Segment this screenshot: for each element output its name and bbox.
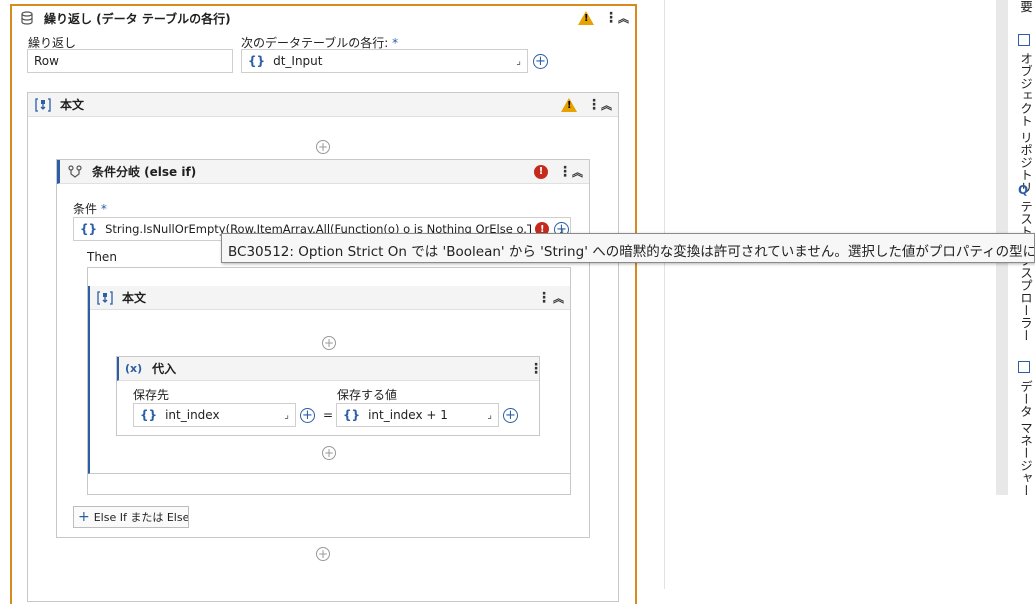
assign-to-label: 保存先	[133, 388, 170, 402]
more-options-icon[interactable]: ⋮	[558, 165, 572, 179]
database-icon	[18, 9, 36, 27]
branch-icon	[66, 163, 84, 181]
required-mark: *	[100, 202, 107, 216]
side-panel: 要 オブジェクト リポジトリ Q テスト エクスプローラー データ マネージャー	[1012, 0, 1035, 589]
side-tab-test-explorer[interactable]: テスト エクスプローラー	[1016, 200, 1035, 341]
expand-editor-icon[interactable]: ⌟	[516, 56, 521, 67]
expression-icon: {}	[248, 54, 266, 68]
inner-sequence-header[interactable]: 本文 ⋮ ︽	[90, 286, 570, 310]
else-if-title: 条件分岐 (else if)	[92, 165, 197, 179]
foreach-row-activity[interactable]: 繰り返し (データ テーブルの各行) ⋮ ︽ 繰り返し Row 次のデータテーブ…	[10, 4, 637, 604]
add-activity-icon[interactable]: +	[322, 336, 336, 350]
expand-editor-icon[interactable]: ⌟	[284, 410, 289, 421]
warning-icon[interactable]	[561, 97, 577, 112]
required-mark: *	[392, 36, 399, 50]
body-sequence-header[interactable]: 本文 ⋮ ︽	[28, 93, 618, 117]
inner-sequence-title: 本文	[122, 291, 147, 305]
assign-activity[interactable]: (x) 代入 ⋮ 保存先 {} int_index ⌟ + = 保存する値 {}…	[116, 356, 543, 436]
error-icon[interactable]: !	[534, 164, 548, 179]
expression-icon: {}	[140, 408, 158, 422]
plus-icon: +	[78, 509, 90, 525]
expand-editor-icon[interactable]: ⌟	[487, 410, 492, 421]
condition-label: 条件 *	[73, 200, 107, 217]
then-label: Then	[87, 250, 117, 264]
datatable-label-text: 次のデータテーブルの各行:	[241, 36, 389, 50]
sequence-icon	[96, 289, 114, 307]
sequence-icon	[34, 96, 52, 114]
side-tab-object-repository[interactable]: オブジェクト リポジトリ	[1016, 52, 1035, 193]
foreach-title: 繰り返し (データ テーブルの各行)	[44, 11, 231, 26]
else-if-activity[interactable]: 条件分岐 (else if) ! ⋮ ︽ 条件 * {} String.IsNu…	[56, 159, 590, 538]
add-activity-icon[interactable]: +	[316, 547, 330, 561]
more-options-icon[interactable]: ⋮	[587, 98, 601, 112]
add-activity-icon[interactable]: +	[322, 446, 336, 460]
assign-value-value: int_index + 1	[368, 408, 448, 422]
collapse-icon[interactable]: ︽	[601, 97, 612, 113]
side-tab-data-manager[interactable]: データ マネージャー	[1016, 380, 1035, 496]
expression-icon: {}	[343, 408, 361, 422]
expression-icon: {}	[80, 222, 98, 236]
object-repository-icon	[1018, 34, 1030, 46]
canvas-divider	[664, 0, 665, 589]
datatable-value: dt_Input	[273, 54, 323, 68]
then-container[interactable]: 本文 ⋮ ︽ + (x) 代入 ⋮ 保存先 {} int_index ⌟ + =…	[87, 267, 571, 495]
assign-to-value: int_index	[165, 408, 220, 422]
assign-icon: (x)	[125, 362, 143, 375]
equals-sign: =	[323, 408, 334, 422]
error-tooltip: BC30512: Option Strict On では 'Boolean' か…	[221, 233, 1035, 263]
more-options-icon[interactable]: ⋮	[537, 291, 551, 305]
else-if-header[interactable]: 条件分岐 (else if) ! ⋮ ︽	[57, 160, 589, 184]
error-tooltip-text: BC30512: Option Strict On では 'Boolean' か…	[228, 244, 1035, 260]
item-name-input[interactable]: Row	[27, 49, 233, 73]
data-manager-icon	[1018, 361, 1030, 373]
add-variable-icon[interactable]: +	[533, 54, 548, 69]
foreach-header[interactable]: 繰り返し (データ テーブルの各行) ⋮ ︽	[12, 6, 635, 30]
add-variable-icon[interactable]: +	[300, 408, 315, 423]
add-variable-icon[interactable]: +	[503, 408, 518, 423]
add-else-if-label: Else If または Else を	[93, 511, 189, 524]
more-options-icon[interactable]: ⋮	[604, 11, 618, 25]
assign-value-label: 保存する値	[337, 388, 398, 402]
test-explorer-icon: Q	[1018, 183, 1029, 197]
side-tab-partial[interactable]: 要	[1016, 0, 1035, 13]
inner-body-sequence[interactable]: 本文 ⋮ ︽ + (x) 代入 ⋮ 保存先 {} int_index ⌟ + =…	[88, 286, 570, 474]
datatable-input[interactable]: {} dt_Input ⌟	[241, 49, 528, 73]
add-activity-icon[interactable]: +	[316, 140, 330, 154]
condition-label-text: 条件	[73, 202, 98, 216]
assign-to-input[interactable]: {} int_index ⌟	[133, 403, 296, 427]
collapse-icon[interactable]: ︽	[618, 10, 629, 26]
assign-title: 代入	[152, 362, 177, 376]
collapse-icon[interactable]: ︽	[553, 290, 564, 306]
item-name-value: Row	[34, 54, 59, 68]
body-sequence[interactable]: 本文 ⋮ ︽ + 条件分岐 (else if) ! ⋮ ︽	[27, 92, 619, 602]
more-options-icon[interactable]: ⋮	[529, 362, 543, 376]
warning-icon[interactable]	[578, 11, 594, 25]
assign-value-input[interactable]: {} int_index + 1 ⌟	[336, 403, 499, 427]
collapse-icon[interactable]: ︽	[572, 164, 583, 180]
assign-header[interactable]: (x) 代入 ⋮	[117, 357, 543, 381]
add-else-if-button[interactable]: + Else If または Else を	[73, 506, 189, 528]
body-sequence-title: 本文	[60, 98, 85, 112]
